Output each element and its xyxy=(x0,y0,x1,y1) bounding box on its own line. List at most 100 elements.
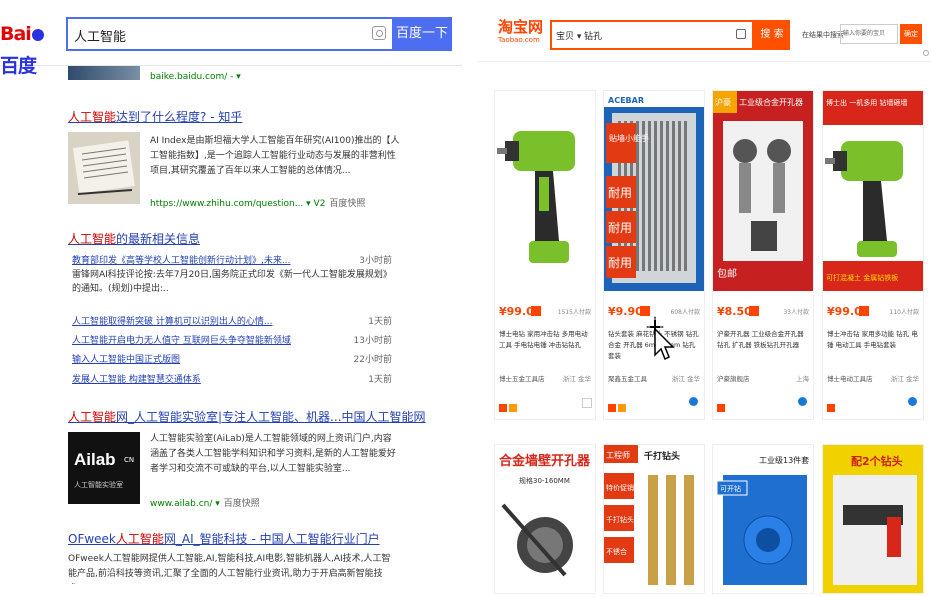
taobao-search-input[interactable]: 宝贝 ▾ 钻孔 xyxy=(550,20,754,50)
news-item[interactable]: 人工智能取得新突破 计算机可以识别出人的心情... 1天前 xyxy=(68,314,392,329)
news-description: 雷锋网AI科技评论按:去年7月20日,国务院正式印发《新一代人工智能发展规划》的… xyxy=(72,270,392,294)
svg-text:耐用: 耐用 xyxy=(608,256,632,270)
result-snippet: OFweek人工智能网提供人工智能,AI,智能科技,AI电影,智能机器人,AI技… xyxy=(68,554,391,579)
taobao-logo[interactable]: 淘宝网 Taobao.com xyxy=(498,18,546,45)
result-url[interactable]: www.ailab.cn/ ▾ 百度快照 xyxy=(150,496,260,509)
baidu-search-input[interactable]: 人工智能 xyxy=(66,17,392,51)
camera-icon[interactable] xyxy=(372,26,386,40)
product-image[interactable]: 沪豪 工业级合金开孔器 包邮 xyxy=(713,91,813,291)
result-thumbnail[interactable] xyxy=(68,132,140,204)
location: 上海 xyxy=(796,375,809,383)
result-title[interactable]: OFweek人工智能网_AI_智能科技 - 中国人工智能行业门户 xyxy=(68,530,380,547)
product-card[interactable]: 工程师 千打钻头 特价促销 千打钻头 不锈合 xyxy=(603,444,705,594)
taobao-search-button[interactable]: 搜 索 xyxy=(754,20,790,50)
svg-text:不锈合: 不锈合 xyxy=(606,547,627,556)
product-price: ¥9.90 xyxy=(608,305,643,318)
product-card[interactable]: 博士出 一机多用 钻墙砸墙 可打混凝土 金属钻铁板 ¥99.00 110人付款 … xyxy=(822,90,924,420)
taobao-pane: 淘宝网 Taobao.com 宝贝 ▾ 钻孔 搜 索 在结果中搜索 输入你要的宝… xyxy=(478,0,931,597)
svg-text:配2个钻头: 配2个钻头 xyxy=(851,454,903,468)
svg-text:千打钻头: 千打钻头 xyxy=(644,450,680,462)
baidu-header: Bai百度 人工智能 百度一下 xyxy=(0,0,462,77)
product-card[interactable]: 合金墙壁开孔器 规格30-160MM xyxy=(494,444,596,594)
product-price: ¥8.50 xyxy=(717,305,752,318)
location: 浙江 金华 xyxy=(671,375,700,383)
result-url[interactable]: https://www.zhihu.com/question... ▾ V2 百度… xyxy=(150,196,365,209)
taobao-header: 淘宝网 Taobao.com 宝贝 ▾ 钻孔 搜 索 在结果中搜索 输入你要的宝… xyxy=(478,0,931,62)
location: 浙江 金华 xyxy=(890,375,919,383)
snapshot-link[interactable]: 百度快照 xyxy=(224,499,260,509)
shop-name[interactable]: 博士电动工具店 xyxy=(827,373,873,383)
svg-text:博士出 一机多用 钻墙砸墙: 博士出 一机多用 钻墙砸墙 xyxy=(826,98,907,107)
product-title[interactable]: 博士电钻 家用冲击钻 多用电动工具 手电钻电锤 冲击钻钻孔 xyxy=(499,329,593,365)
sold-count: 1515人付款 xyxy=(557,309,591,316)
product-title[interactable]: 沪豪开孔器 工业级合金开孔器 钻孔 扩孔器 铁板钻孔开孔器 xyxy=(717,329,811,365)
mouse-cursor-icon xyxy=(645,315,675,360)
sale-tag-icon xyxy=(749,306,759,316)
refine-button[interactable]: 确定 xyxy=(900,24,922,44)
product-image: 合金墙壁开孔器 规格30-160MM xyxy=(495,445,595,593)
result-title[interactable]: 人工智能的最新相关信息 xyxy=(68,230,200,247)
product-card[interactable]: 配2个钻头 xyxy=(822,444,924,594)
chat-icon[interactable] xyxy=(798,397,807,406)
paw-icon xyxy=(31,28,44,41)
sale-tag-icon xyxy=(531,306,541,316)
product-image[interactable]: ACEBAR 贴墙小能手 耐用 耐用 耐用 xyxy=(604,91,704,291)
scroll-indicator-icon xyxy=(923,50,929,56)
ailab-logo-thumbnail[interactable]: Ailab CN 人工智能实验室 xyxy=(68,432,140,504)
shop-name[interactable]: 博士五金工具店 xyxy=(499,373,545,383)
product-card[interactable]: 工业级13件套 可开钻 xyxy=(712,444,814,594)
result-title[interactable]: 人工智能网_人工智能实验室|专注人工智能、机器...中国人工智能网 xyxy=(68,408,426,425)
news-item[interactable]: 发展人工智能 构建智慧交通体系 1天前 xyxy=(68,372,392,387)
product-image[interactable]: 博士出 一机多用 钻墙砸墙 可打混凝土 金属钻铁板 xyxy=(823,91,923,291)
result-url[interactable]: baike.baidu.com/ - ▾ xyxy=(150,72,241,82)
result-snippet: 人工智能实验室(AiLab)是人工智能领域的网上资讯门户,内容涵盖了各类人工智能… xyxy=(150,434,396,474)
svg-text:耐用: 耐用 xyxy=(608,221,632,235)
chat-icon[interactable] xyxy=(908,397,917,406)
news-item[interactable]: 人工智能开启电力无人值守 互联网巨头争夺智能新领域 13小时前 xyxy=(68,333,392,348)
svg-text:可开钻: 可开钻 xyxy=(720,484,741,493)
svg-text:千打钻头: 千打钻头 xyxy=(606,515,634,524)
baidu-search-button[interactable]: 百度一下 xyxy=(392,17,452,51)
result-title[interactable]: 人工智能达到了什么程度? - 知乎 xyxy=(68,108,242,125)
camera-icon[interactable] xyxy=(736,29,746,39)
badge-row xyxy=(717,397,727,416)
result-snippet: AI Index是由斯坦福大学人工智能百年研究(AI100)推出的【人工智能指数… xyxy=(150,136,400,176)
product-image: 工程师 千打钻头 特价促销 千打钻头 不锈合 xyxy=(604,445,704,593)
location: 浙江 金华 xyxy=(562,375,591,383)
svg-text:合金墙壁开孔器: 合金墙壁开孔器 xyxy=(499,453,591,469)
svg-text:耐用: 耐用 xyxy=(608,186,632,200)
sale-tag-icon xyxy=(859,306,869,316)
category-select[interactable]: 宝贝 ▾ xyxy=(556,29,581,42)
product-card[interactable]: 沪豪 工业级合金开孔器 包邮 ¥8.50 33人付款 沪豪开孔器 工业级合金开孔… xyxy=(712,90,814,420)
news-item[interactable]: 教育部印发《高等学校人工智能创新行动计划》,未来... 3小时前 xyxy=(68,253,392,268)
baidu-pane: Bai百度 人工智能 百度一下 baike.baidu.com/ - ▾ 人工智… xyxy=(0,0,462,597)
product-image: 配2个钻头 xyxy=(823,445,923,593)
svg-text:规格30-160MM: 规格30-160MM xyxy=(519,476,570,485)
product-title[interactable]: 博士冲击钻 家用多功能 钻孔 电锤 电动工具 手电钻套装 xyxy=(827,329,921,365)
sold-count: 33人付款 xyxy=(783,309,809,316)
product-card[interactable]: ¥99.00 1515人付款 博士电钻 家用冲击钻 多用电动工具 手电钻电锤 冲… xyxy=(494,90,596,420)
shop-name[interactable]: 沪豪旗舰店 xyxy=(717,373,750,383)
svg-text:包邮: 包邮 xyxy=(717,267,737,280)
badge-row xyxy=(827,397,837,416)
product-card[interactable]: ACEBAR 贴墙小能手 耐用 耐用 耐用 ¥9.90 608人付款 钻头套装 … xyxy=(603,90,705,420)
product-image[interactable] xyxy=(495,91,595,291)
svg-text:特价促销: 特价促销 xyxy=(606,483,634,492)
refine-label: 在结果中搜索 xyxy=(802,31,844,39)
svg-text:工程师: 工程师 xyxy=(606,450,630,460)
shop-name[interactable]: 聚鑫五金工具 xyxy=(608,373,647,383)
badge-row xyxy=(499,397,519,416)
svg-text:贴墙小能手: 贴墙小能手 xyxy=(609,133,649,143)
snapshot-link[interactable]: 百度快照 xyxy=(329,199,365,209)
badge-row xyxy=(608,397,628,416)
chat-icon[interactable] xyxy=(689,397,698,406)
collect-checkbox[interactable] xyxy=(582,398,592,408)
refine-input[interactable]: 输入你要的宝贝 xyxy=(840,24,898,44)
baidu-logo[interactable]: Bai百度 xyxy=(0,18,62,77)
sold-count: 110人付款 xyxy=(889,309,919,316)
svg-text:工业级13件套: 工业级13件套 xyxy=(759,455,809,465)
news-item[interactable]: 输入人工智能中国正式版图 22小时前 xyxy=(68,352,392,367)
svg-text:工业级合金开孔器: 工业级合金开孔器 xyxy=(739,97,803,107)
svg-text:可打混凝土 金属钻铁板: 可打混凝土 金属钻铁板 xyxy=(826,273,898,282)
brand-text: ACEBAR xyxy=(608,96,644,105)
